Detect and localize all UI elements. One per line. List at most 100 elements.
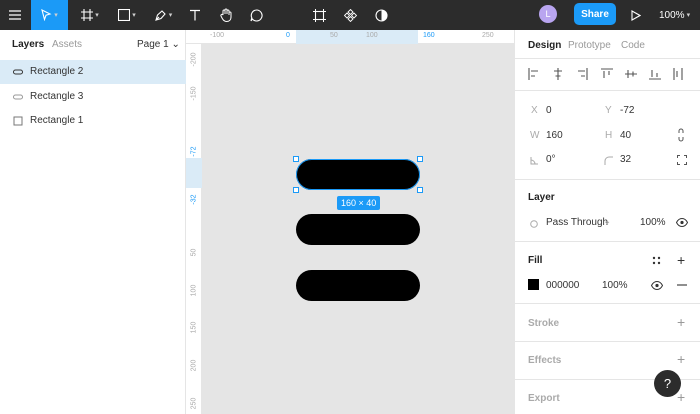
blend-mode-caret: ⌄	[603, 216, 612, 227]
frame-icon	[81, 9, 94, 21]
horizontal-ruler: -100 0 50 100 160 250	[186, 30, 514, 44]
page-selector[interactable]: Page 1 ⌄	[137, 39, 180, 50]
present-button[interactable]	[626, 0, 646, 30]
align-top-icon[interactable]	[601, 68, 613, 80]
blend-mode-icon	[530, 220, 538, 228]
resize-handle-bottom-left[interactable]	[293, 187, 299, 193]
corner-radius-input[interactable]: 32	[620, 154, 631, 165]
divider	[515, 303, 700, 304]
export-section-title: Export	[528, 393, 560, 404]
resize-handle-top-left[interactable]	[293, 156, 299, 162]
height-input[interactable]: 40	[620, 130, 631, 141]
move-tool-caret: ▾	[54, 12, 58, 19]
frame-tool-button[interactable]: ▾	[75, 0, 105, 30]
add-stroke-button[interactable]: +	[677, 315, 685, 329]
ruler-tick: 100	[366, 32, 378, 39]
ruler-tick: -32	[190, 194, 198, 205]
fill-visibility-eye-icon[interactable]	[651, 281, 663, 290]
layer-name: Rectangle 3	[30, 91, 84, 102]
shape-tool-caret: ▾	[132, 12, 136, 19]
design-canvas[interactable]: 160 × 40	[202, 44, 514, 414]
align-left-icon[interactable]	[528, 68, 540, 80]
selection-outline	[296, 159, 420, 190]
layer-row-rectangle-3[interactable]: Rectangle 3	[0, 85, 186, 109]
rectangle-tool-icon	[118, 9, 131, 21]
text-tool-button[interactable]	[184, 0, 206, 30]
zoom-level: 100%	[659, 9, 685, 21]
main-menu-button[interactable]	[0, 0, 30, 30]
pen-tool-caret: ▾	[168, 12, 173, 19]
tab-code[interactable]: Code	[621, 40, 645, 51]
independent-corners-icon[interactable]	[677, 155, 687, 165]
rotation-input[interactable]: 0°	[546, 154, 556, 165]
align-right-icon[interactable]	[576, 68, 588, 80]
constrain-proportions-icon[interactable]	[677, 128, 685, 142]
layers-panel: Layers Assets Page 1 ⌄ Rectangle 2 Recta…	[0, 30, 186, 414]
layer-row-rectangle-2[interactable]: Rectangle 2	[0, 60, 186, 84]
component-button[interactable]	[339, 0, 361, 30]
ruler-selection-highlight	[296, 30, 418, 44]
hamburger-icon	[9, 10, 21, 20]
tab-prototype[interactable]: Prototype	[568, 40, 611, 51]
corner-radius-icon	[604, 156, 613, 165]
ruler-tick: -200	[190, 52, 198, 67]
mask-button[interactable]	[370, 0, 392, 30]
hand-tool-button[interactable]	[215, 0, 237, 30]
width-input[interactable]: 160	[546, 130, 563, 141]
x-input[interactable]: 0	[546, 105, 552, 116]
frame-tool-caret: ▾	[95, 12, 99, 19]
play-icon	[631, 9, 641, 21]
tab-design[interactable]: Design	[528, 40, 561, 51]
blend-mode-select[interactable]: Pass Through	[546, 217, 608, 228]
ruler-tick: -72	[190, 146, 198, 157]
zoom-control[interactable]: 100% ▾	[659, 0, 690, 30]
align-bottom-icon[interactable]	[649, 68, 661, 80]
ruler-tick: 50	[330, 32, 338, 39]
fill-section-title: Fill	[528, 255, 543, 266]
ruler-tick: 150	[190, 321, 198, 334]
divider	[515, 241, 700, 242]
rectangle-1-shape[interactable]	[296, 270, 420, 301]
ruler-tick: 250	[482, 32, 494, 39]
tab-layers[interactable]: Layers	[12, 39, 44, 50]
ruler-tick: -150	[190, 86, 198, 101]
ruler-tick: 250	[190, 397, 198, 410]
tab-assets[interactable]: Assets	[52, 39, 82, 50]
comment-tool-button[interactable]	[245, 0, 267, 30]
shape-tool-button[interactable]: ▾	[112, 0, 142, 30]
add-fill-button[interactable]: +	[677, 253, 685, 267]
fill-color-swatch[interactable]	[528, 279, 539, 290]
crop-button[interactable]	[308, 0, 330, 30]
y-input[interactable]: -72	[620, 105, 634, 116]
hand-icon	[219, 8, 231, 22]
pen-icon	[154, 9, 166, 21]
vertical-ruler: -200 -150 -72 -32 50 100 150 200 250	[186, 44, 202, 414]
share-button[interactable]: Share	[574, 3, 616, 25]
align-horizontal-center-icon[interactable]	[552, 68, 564, 80]
fill-hex-input[interactable]: 000000	[546, 280, 579, 291]
add-export-button[interactable]: +	[677, 390, 685, 404]
layer-row-rectangle-1[interactable]: Rectangle 1	[0, 109, 186, 133]
fill-opacity-input[interactable]: 100%	[602, 280, 628, 291]
remove-fill-icon[interactable]	[677, 284, 687, 286]
resize-handle-bottom-right[interactable]	[417, 187, 423, 193]
distribute-icon[interactable]	[673, 68, 685, 80]
move-tool-button[interactable]: ▾	[31, 0, 68, 30]
user-avatar[interactable]: L	[539, 5, 557, 23]
contrast-icon	[374, 8, 388, 22]
pill-shape-icon	[13, 69, 23, 75]
align-vertical-center-icon[interactable]	[625, 68, 637, 80]
effects-section-title: Effects	[528, 355, 562, 366]
text-icon	[190, 9, 200, 21]
w-label: W	[530, 130, 540, 141]
rectangle-3-shape[interactable]	[296, 214, 420, 245]
layer-opacity-input[interactable]: 100%	[640, 217, 666, 228]
visibility-eye-icon[interactable]	[676, 218, 688, 227]
pen-tool-button[interactable]: ▾	[148, 0, 178, 30]
alignment-toolbar	[515, 62, 700, 86]
resize-handle-top-right[interactable]	[417, 156, 423, 162]
style-grid-icon[interactable]	[652, 256, 661, 265]
add-effect-button[interactable]: +	[677, 352, 685, 366]
layer-name: Rectangle 2	[30, 66, 84, 77]
help-button[interactable]: ?	[654, 370, 681, 397]
